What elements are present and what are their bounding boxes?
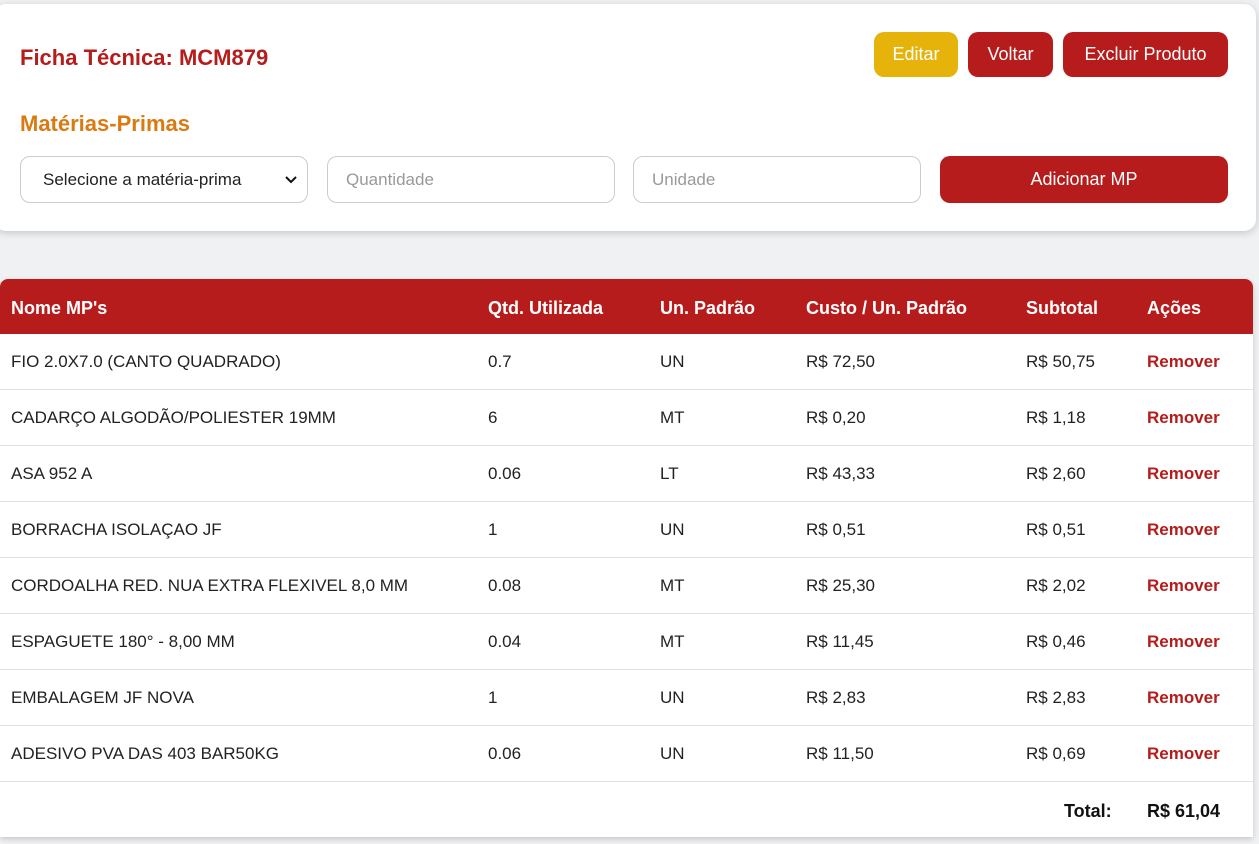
remove-link[interactable]: Remover bbox=[1147, 464, 1220, 484]
header-cost: Custo / Un. Padrão bbox=[806, 298, 968, 318]
back-button[interactable]: Voltar bbox=[968, 32, 1053, 77]
table-row: FIO 2.0X7.0 (CANTO QUADRADO) 0.7 UN R$ 7… bbox=[0, 334, 1253, 390]
cell-name: EMBALAGEM JF NOVA bbox=[11, 688, 194, 707]
cell-cost: R$ 0,20 bbox=[806, 408, 866, 427]
page-title: Ficha Técnica: MCM879 bbox=[20, 45, 269, 70]
cell-unit: UN bbox=[660, 352, 685, 371]
header-actions: Ações bbox=[1147, 298, 1202, 318]
cell-subtotal: R$ 2,60 bbox=[1026, 464, 1086, 483]
cell-qty: 0.08 bbox=[488, 576, 522, 595]
cell-name: BORRACHA ISOLAÇAO JF bbox=[11, 520, 222, 539]
header-unit: Un. Padrão bbox=[660, 298, 756, 318]
add-mp-button[interactable]: Adicionar MP bbox=[940, 156, 1228, 203]
table-row: BORRACHA ISOLAÇAO JF 1 UN R$ 0,51 R$ 0,5… bbox=[0, 502, 1253, 558]
cell-subtotal: R$ 2,02 bbox=[1026, 576, 1086, 595]
cell-name: ADESIVO PVA DAS 403 BAR50KG bbox=[11, 744, 280, 763]
remove-link[interactable]: Remover bbox=[1147, 576, 1220, 596]
raw-material-select[interactable]: Selecione a matéria-prima bbox=[20, 156, 308, 203]
cell-subtotal: R$ 0,69 bbox=[1026, 744, 1086, 763]
select-value: Selecione a matéria-prima bbox=[43, 169, 242, 189]
cell-unit: UN bbox=[660, 744, 685, 763]
materials-table: Nome MP's Qtd. Utilizada Un. Padrão Cust… bbox=[0, 279, 1253, 837]
table-row: ESPAGUETE 180° - 8,00 MM 0.04 MT R$ 11,4… bbox=[0, 614, 1253, 670]
cell-name: ESPAGUETE 180° - 8,00 MM bbox=[11, 632, 235, 651]
table-row: ADESIVO PVA DAS 403 BAR50KG 0.06 UN R$ 1… bbox=[0, 726, 1253, 782]
cell-qty: 6 bbox=[488, 408, 498, 427]
cell-unit: UN bbox=[660, 520, 685, 539]
cell-cost: R$ 11,45 bbox=[806, 632, 874, 651]
cell-qty: 0.06 bbox=[488, 464, 522, 483]
cell-unit: MT bbox=[660, 632, 685, 651]
table-row: CORDOALHA RED. NUA EXTRA FLEXIVEL 8,0 MM… bbox=[0, 558, 1253, 614]
chevron-down-icon bbox=[285, 173, 297, 187]
quantity-input[interactable]: Quantidade bbox=[327, 156, 615, 203]
remove-link[interactable]: Remover bbox=[1147, 408, 1220, 428]
cell-cost: R$ 72,50 bbox=[806, 352, 875, 371]
cell-unit: MT bbox=[660, 408, 685, 427]
table-header: Nome MP's Qtd. Utilizada Un. Padrão Cust… bbox=[0, 279, 1253, 334]
remove-link[interactable]: Remover bbox=[1147, 352, 1220, 372]
header-name: Nome MP's bbox=[11, 298, 108, 318]
unit-input[interactable]: Unidade bbox=[633, 156, 921, 203]
cell-name: ASA 952 A bbox=[11, 464, 93, 483]
cell-unit: MT bbox=[660, 576, 685, 595]
remove-link[interactable]: Remover bbox=[1147, 520, 1220, 540]
total-row: Total: R$ 61,04 bbox=[0, 782, 1253, 837]
edit-button[interactable]: Editar bbox=[874, 32, 958, 77]
cell-subtotal: R$ 50,75 bbox=[1026, 352, 1095, 371]
total-value: R$ 61,04 bbox=[1147, 801, 1221, 821]
table-row: EMBALAGEM JF NOVA 1 UN R$ 2,83 R$ 2,83 R… bbox=[0, 670, 1253, 726]
cell-qty: 1 bbox=[488, 688, 498, 707]
cell-subtotal: R$ 0,51 bbox=[1026, 520, 1086, 539]
cell-subtotal: R$ 0,46 bbox=[1026, 632, 1086, 651]
section-title: Matérias-Primas bbox=[20, 111, 190, 136]
cell-qty: 0.06 bbox=[488, 744, 522, 763]
cell-subtotal: R$ 1,18 bbox=[1026, 408, 1086, 427]
cell-cost: R$ 25,30 bbox=[806, 576, 875, 595]
cell-qty: 0.04 bbox=[488, 632, 522, 651]
cell-name: FIO 2.0X7.0 (CANTO QUADRADO) bbox=[11, 352, 281, 371]
product-card: Ficha Técnica: MCM879 Editar Voltar Excl… bbox=[0, 4, 1256, 231]
unit-placeholder: Unidade bbox=[652, 169, 716, 189]
cell-qty: 1 bbox=[488, 520, 498, 539]
remove-link[interactable]: Remover bbox=[1147, 632, 1220, 652]
cell-cost: R$ 43,33 bbox=[806, 464, 875, 483]
cell-cost: R$ 0,51 bbox=[806, 520, 866, 539]
table-row: ASA 952 A 0.06 LT R$ 43,33 R$ 2,60 Remov… bbox=[0, 446, 1253, 502]
remove-link[interactable]: Remover bbox=[1147, 688, 1220, 708]
cell-subtotal: R$ 2,83 bbox=[1026, 688, 1086, 707]
cell-qty: 0.7 bbox=[488, 352, 512, 371]
cell-cost: R$ 2,83 bbox=[806, 688, 866, 707]
cell-cost: R$ 11,50 bbox=[806, 744, 874, 763]
total-label: Total: bbox=[1064, 801, 1112, 821]
cell-unit: LT bbox=[660, 464, 679, 483]
header-subtotal: Subtotal bbox=[1026, 298, 1098, 318]
cell-unit: UN bbox=[660, 688, 685, 707]
cell-name: CADARÇO ALGODÃO/POLIESTER 19MM bbox=[11, 408, 336, 427]
delete-product-button[interactable]: Excluir Produto bbox=[1063, 32, 1228, 77]
header-qty: Qtd. Utilizada bbox=[488, 298, 604, 318]
cell-name: CORDOALHA RED. NUA EXTRA FLEXIVEL 8,0 MM bbox=[11, 576, 409, 595]
quantity-placeholder: Quantidade bbox=[346, 169, 434, 189]
table-row: CADARÇO ALGODÃO/POLIESTER 19MM 6 MT R$ 0… bbox=[0, 390, 1253, 446]
remove-link[interactable]: Remover bbox=[1147, 744, 1220, 764]
